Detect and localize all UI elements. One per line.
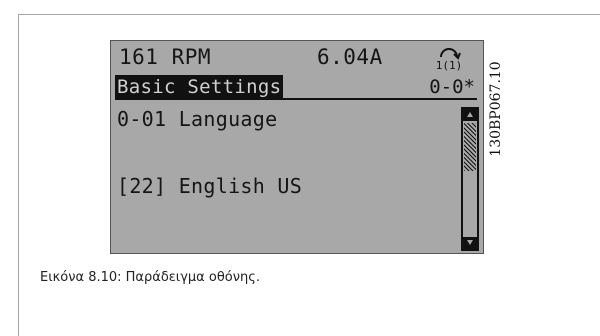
title-underline bbox=[115, 98, 477, 100]
setup-indicator-label: 1(1) bbox=[436, 59, 463, 71]
status-bar: 161 RPM 6.04A 1(1) bbox=[111, 45, 483, 71]
scroll-up-arrow-icon bbox=[463, 109, 477, 121]
menu-title: Basic Settings bbox=[115, 75, 284, 99]
scroll-thumb bbox=[464, 123, 476, 171]
scroll-down-arrow-icon bbox=[463, 237, 477, 249]
figure-caption: Εικόνα 8.10: Παράδειγμα οθόνης. bbox=[40, 270, 260, 285]
lcp-display: 161 RPM 6.04A 1(1) Basic Settings 0-0* 0… bbox=[110, 40, 484, 254]
status-speed: 161 RPM bbox=[119, 45, 212, 69]
parameter-name: 0-01 Language bbox=[117, 107, 278, 131]
menu-code: 0-0* bbox=[429, 76, 475, 98]
scrollbar bbox=[461, 107, 479, 251]
parameter-value: [22] English US bbox=[117, 174, 303, 198]
status-current: 6.04A bbox=[317, 45, 383, 69]
figure-id: 130BP067.10 bbox=[486, 34, 506, 184]
menu-title-bar: Basic Settings 0-0* bbox=[111, 74, 483, 102]
figure-id-text: 130BP067.10 bbox=[488, 61, 504, 157]
setup-indicator-icon: 1(1) bbox=[436, 48, 463, 71]
